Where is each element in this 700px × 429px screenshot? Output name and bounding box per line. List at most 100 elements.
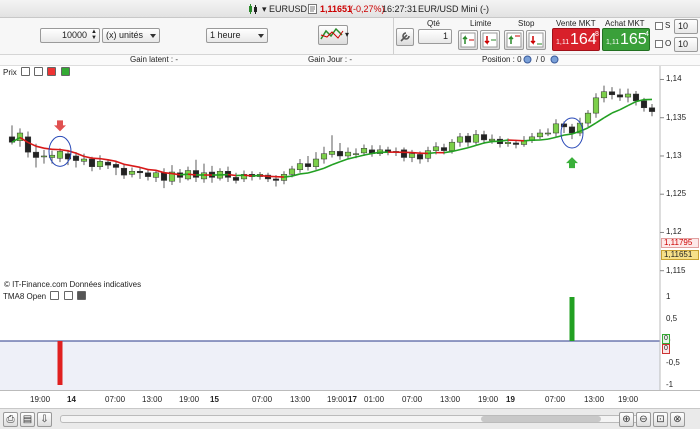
window-icon[interactable] [63,291,73,300]
wrench-icon[interactable] [21,67,31,76]
sell-stop-button[interactable] [526,30,546,50]
position-label: Position : 0 [482,55,522,64]
candle-body [544,132,552,135]
candle-body [504,141,512,144]
time-tick-label: 07:00 [402,395,423,404]
moving-average-segment [259,174,269,178]
close-panel-icon[interactable] [76,291,86,300]
price-label-current: 1,11651 [661,250,699,260]
buy-market-button[interactable]: 1,11 165 4 [602,28,650,51]
price-chart[interactable] [0,66,700,290]
time-tick-label: 13:00 [290,395,311,404]
candle-body [608,91,616,96]
candle-body [320,153,328,160]
buy-limit-button[interactable] [458,30,478,50]
time-tick-label: 15 [210,395,219,404]
time-tick-label: 19:00 [618,395,639,404]
sell-stop-icon [528,32,544,48]
indicator-chart[interactable] [0,290,700,390]
title-change: (-0,27%) [350,4,385,14]
gain-jour: Gain Jour : - [308,55,353,64]
price-tick-label: 1,135 [666,112,687,122]
buy-stop-icon [506,32,522,48]
candle-body [88,158,96,167]
candle-body [232,177,240,181]
scrollbar-thumb[interactable] [481,416,601,422]
o-checkbox[interactable] [655,40,663,48]
candle-body [536,132,544,138]
buy-price-big: 165 [620,31,647,48]
timeframe-select[interactable]: 1 heure [206,28,268,43]
quantity-spinner-icon[interactable]: ▲ ▼ [91,29,97,41]
buy-price-sup: 4 [645,31,649,38]
zoom-fit-icon[interactable]: ⊡ [653,412,668,427]
candle-body [488,138,496,141]
order-qty-input[interactable]: 1 [418,29,452,44]
s-input[interactable]: 10 [674,19,698,34]
moving-average-segment [563,133,573,136]
position-settings-icon[interactable] [550,55,559,66]
time-tick-label: 13:00 [584,395,605,404]
o-value: 10 [678,39,689,49]
time-tick-label: 07:00 [252,395,273,404]
quantity-value: 10000 [61,30,87,40]
candle-body [128,171,136,175]
info-icon[interactable] [308,4,317,16]
unit-select[interactable]: (x) unités [102,28,160,43]
position-tail: / 0 [536,55,545,64]
limit-header: Limite [470,19,492,28]
add-panel-icon[interactable] [60,67,70,76]
candle-body [56,151,64,159]
symbol-dropdown[interactable]: ▾ EURUSD [262,4,307,15]
candle-body [584,112,592,124]
zoom-in-icon[interactable]: ⊕ [619,412,634,427]
candle-body [440,147,448,151]
moving-average-segment [499,139,509,142]
candle-body [96,161,104,167]
candle-body [344,151,352,157]
indicators-button[interactable] [318,25,348,45]
export-button[interactable]: ⇩ [37,412,52,427]
moving-average-segment [147,168,157,172]
print-button[interactable]: ⎙ [3,412,18,427]
o-input[interactable]: 10 [674,37,698,52]
candle-body [272,178,280,181]
sell-limit-button[interactable] [480,30,500,50]
title-bar: ▾ EURUSD 1,11651 (-0,27%) 16:27:31 EUR/U… [0,0,700,18]
close-panel-icon[interactable] [47,67,57,76]
indicators-dropdown-icon[interactable]: ▾ [345,30,349,39]
time-scrollbar[interactable] [60,415,650,423]
candle-body [328,151,336,155]
moving-average-segment [411,151,421,154]
wrench-icon[interactable] [50,291,60,300]
window-icon[interactable] [34,67,44,76]
time-tick-label: 01:00 [364,395,385,404]
s-value: 10 [678,21,689,31]
sell-price-big: 164 [570,31,597,48]
candle-body [416,154,424,160]
indicator-label-a: 0 [662,334,670,344]
zoom-out-icon[interactable]: ⊖ [636,412,651,427]
position-details-icon[interactable] [523,55,532,66]
buy-stop-button[interactable] [504,30,524,50]
moving-average-segment [99,157,109,161]
quantity-input[interactable]: 10000 ▲ ▼ [40,28,100,43]
moving-average-segment [187,173,197,176]
candle-body [352,153,360,155]
zoom-reset-icon[interactable]: ⊗ [670,412,685,427]
price-tick-label: 1,14 [666,74,682,84]
candle-body [144,172,152,177]
s-checkbox[interactable] [655,22,663,30]
time-tick-label: 14 [67,395,76,404]
sell-market-button[interactable]: 1,11 164 8 [552,28,600,51]
time-tick-label: 19 [506,395,515,404]
moving-average-segment [283,175,293,178]
save-image-button[interactable]: ▤ [20,412,35,427]
moving-average-segment [179,173,189,176]
gain-latent: Gain latent : - [130,55,179,64]
settings-wrench-button[interactable] [396,28,414,46]
indicator-tick-label: 0,5 [666,314,678,323]
indicator-bar-buy [569,297,575,341]
sell-price-prefix: 1,11 [556,39,570,46]
price-tick-label: 1,115 [666,265,686,275]
